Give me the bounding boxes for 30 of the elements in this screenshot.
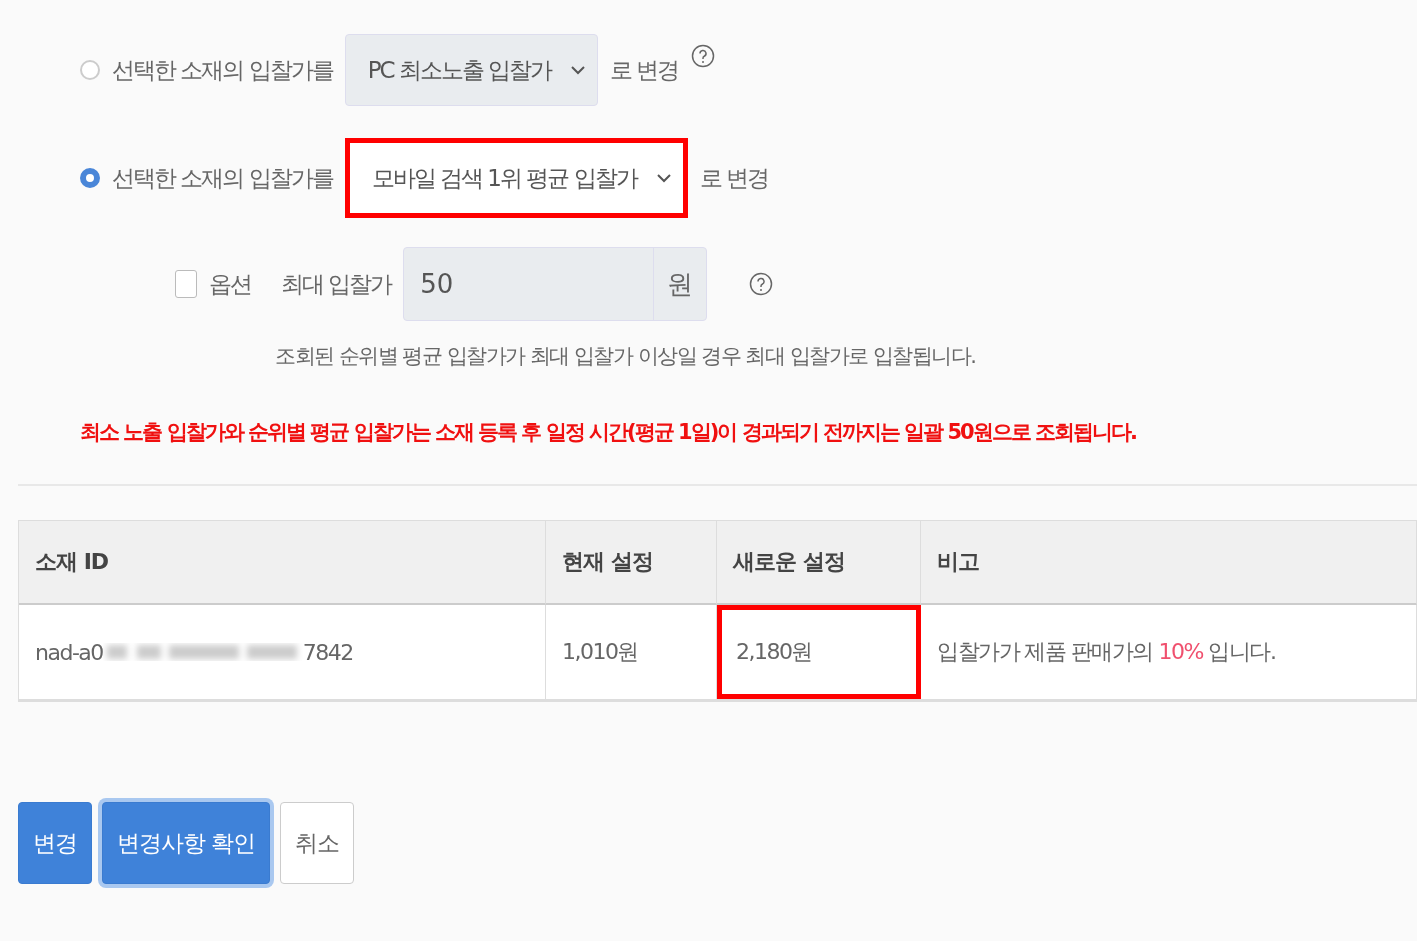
id-suffix: 7842 [302,639,353,665]
chevron-down-icon [656,173,671,183]
max-bid-field[interactable]: 50 원 [403,247,708,321]
warning-text: 최소 노출 입찰가와 순위별 평균 입찰가는 소재 등록 후 일정 시간(평균 1일)이 경과되기 전까지는 일괄 50원으로 조회됩니다. [79,419,1137,446]
action-button[interactable]: 취소 [280,802,355,884]
column-header: 소재 ID [19,521,546,605]
table-cell: 입찰가가 제품 판매가의 10% 입니다. [921,605,1417,699]
bid-type-dropdown[interactable]: PC 최소노출 입찰가 [344,34,599,106]
option-label: 선택한 소재의 입찰가를 [112,163,333,193]
column-header: 비고 [921,521,1417,605]
unit-label: 원 [666,267,695,301]
help-icon[interactable] [749,272,774,296]
help-icon[interactable] [690,44,715,68]
option-label: 선택한 소재의 입찰가를 [112,55,333,85]
option-label: 옵션 [209,269,251,299]
max-bid-label: 최대 입찰가 [281,269,392,299]
chevron-down-icon [571,65,586,75]
radio-button[interactable] [80,60,100,80]
hint-text: 조회된 순위별 평균 입찰가가 최대 입찰가 이상일 경우 최대 입찰가로 입찰됩니다. [274,343,977,370]
table-cell: 1,010원 [546,605,717,699]
checkbox[interactable] [175,270,197,298]
suffix-label: 로 변경 [699,163,768,193]
bid-type-dropdown[interactable]: 모바일 검색 1위 평균 입찰가 [344,138,688,218]
action-button[interactable]: 변경 [18,802,92,884]
column-header: 새로운 설정 [717,521,921,605]
id-prefix: nad-a0 [35,639,103,665]
column-header: 현재 설정 [546,521,717,605]
radio-button[interactable] [80,168,100,188]
suffix-label: 로 변경 [610,55,679,85]
table-cell: 2,180원 [717,605,921,699]
